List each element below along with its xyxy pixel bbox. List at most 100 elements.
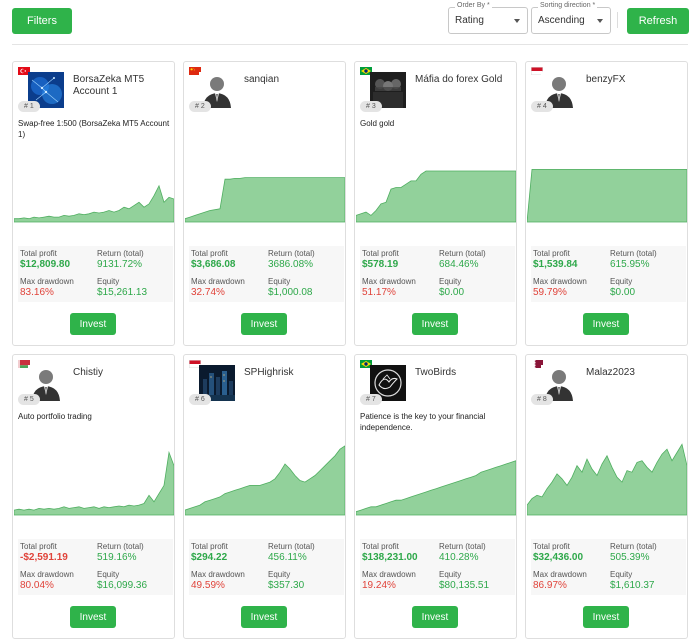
return-total-stat: Return (total) 3686.08% [268,249,343,271]
max-drawdown-value: 49.59% [191,580,225,591]
chevron-down-icon [514,19,520,23]
strategy-name[interactable]: sanqian [244,74,344,86]
return-total-label: Return (total) [439,542,486,551]
max-drawdown-label: Max drawdown [533,570,587,579]
return-total-stat: Return (total) 519.16% [97,542,172,564]
max-drawdown-stat: Max drawdown 83.16% [20,277,95,299]
total-profit-label: Total profit [20,249,57,258]
invest-button[interactable]: Invest [583,313,629,335]
return-total-label: Return (total) [610,542,657,551]
max-drawdown-stat: Max drawdown 32.74% [191,277,266,299]
equity-chart [356,460,516,516]
strategy-description: Swap-free 1:500 (BorsaZeka MT5 Account 1… [18,119,170,139]
return-total-stat: Return (total) 410.28% [439,542,514,564]
order-by-value: Rating [455,15,484,26]
equity-value: $15,261.13 [97,287,148,298]
equity-label: Equity [97,277,120,286]
strategy-card-1[interactable]: # 1 BorsaZeka MT5 Account 1 Swap-free 1:… [12,61,175,346]
rank-badge: # 8 [531,394,553,405]
order-by-select[interactable]: Order By * Rating [448,2,528,34]
return-total-label: Return (total) [268,249,315,258]
equity-stat: Equity $15,261.13 [97,277,172,299]
equity-chart [185,445,345,516]
stats-panel: Total profit $294.22 Return (total) 456.… [189,539,344,595]
strategy-card-8[interactable]: # 8 Malaz2023 Total profit $32,436.00 Re… [525,354,688,639]
invest-button[interactable]: Invest [412,313,458,335]
total-profit-stat: Total profit $294.22 [191,542,266,564]
equity-chart [14,184,174,223]
toolbar: Filters Order By * Rating Sorting direct… [0,0,700,44]
total-profit-stat: Total profit -$2,591.19 [20,542,95,564]
total-profit-value: $3,686.08 [191,259,236,270]
strategy-card-4[interactable]: # 4 benzyFX Total profit $1,539.84 Retur… [525,61,688,346]
return-total-value: 456.11% [268,552,307,563]
toolbar-separator [12,44,688,45]
equity-value: $0.00 [610,287,636,298]
total-profit-label: Total profit [533,249,570,258]
equity-stat: Equity $0.00 [610,277,685,299]
sorting-direction-select[interactable]: Sorting direction * Ascending [531,2,611,34]
return-total-label: Return (total) [268,542,315,551]
equity-stat: Equity $16,099.36 [97,570,172,592]
return-total-stat: Return (total) 684.46% [439,249,514,271]
rank-badge: # 7 [360,394,382,405]
invest-button[interactable]: Invest [241,313,287,335]
stats-panel: Total profit $12,809.80 Return (total) 9… [18,246,173,302]
equity-value: $357.30 [268,580,305,591]
stats-panel: Total profit $32,436.00 Return (total) 5… [531,539,686,595]
order-by-label: Order By * [455,2,492,9]
max-drawdown-value: 19.24% [362,580,396,591]
strategy-card-7[interactable]: # 7 TwoBirds Patience is the key to your… [354,354,517,639]
strategy-card-2[interactable]: # 2 sanqian Total profit $3,686.08 Retur… [183,61,346,346]
max-drawdown-label: Max drawdown [362,570,416,579]
strategy-name[interactable]: SPHighrisk [244,367,344,379]
filters-button[interactable]: Filters [12,8,72,34]
equity-area [185,445,345,516]
rank-badge: # 3 [360,101,382,112]
equity-area [356,460,516,516]
return-total-value: 519.16% [97,552,137,563]
strategy-name[interactable]: Malaz2023 [586,367,686,379]
strategy-card-6[interactable]: # 6 SPHighrisk Total profit $294.22 Retu… [183,354,346,639]
strategy-card-3[interactable]: # 3 Máfia do forex Gold Gold gold Total … [354,61,517,346]
rank-badge: # 1 [18,101,40,112]
strategy-card-5[interactable]: # 5 Chistiy Auto portfolio trading Total… [12,354,175,639]
total-profit-label: Total profit [362,249,399,258]
invest-button[interactable]: Invest [241,606,287,628]
equity-stat: Equity $1,000.08 [268,277,343,299]
equity-value: $16,099.36 [97,580,148,591]
return-total-value: 684.46% [439,259,479,270]
rank-badge: # 6 [189,394,211,405]
strategy-name[interactable]: Máfia do forex Gold [415,74,515,86]
stats-panel: Total profit $3,686.08 Return (total) 36… [189,246,344,302]
strategy-description: Patience is the key to your financial in… [360,412,486,432]
equity-value: $80,135.51 [439,580,490,591]
equity-stat: Equity $1,610.37 [610,570,685,592]
strategy-name[interactable]: Chistiy [73,367,173,379]
total-profit-stat: Total profit $1,539.84 [533,249,608,271]
strategy-name[interactable]: BorsaZeka MT5 Account 1 [73,74,173,98]
return-total-value: 3686.08% [268,259,314,270]
invest-button[interactable]: Invest [70,313,116,335]
equity-chart [356,170,516,223]
total-profit-value: $12,809.80 [20,259,71,270]
max-drawdown-stat: Max drawdown 59.79% [533,277,608,299]
strategy-name[interactable]: TwoBirds [415,367,515,379]
invest-button[interactable]: Invest [583,606,629,628]
strategy-name[interactable]: benzyFX [586,74,686,86]
max-drawdown-label: Max drawdown [362,277,416,286]
equity-stat: Equity $357.30 [268,570,343,592]
stats-panel: Total profit -$2,591.19 Return (total) 5… [18,539,173,595]
invest-button[interactable]: Invest [70,606,116,628]
invest-button[interactable]: Invest [412,606,458,628]
equity-area [356,170,516,223]
max-drawdown-value: 32.74% [191,287,225,298]
return-total-value: 615.95% [610,259,650,270]
equity-value: $1,610.37 [610,580,655,591]
max-drawdown-stat: Max drawdown 86.97% [533,570,608,592]
total-profit-stat: Total profit $12,809.80 [20,249,95,271]
return-total-stat: Return (total) 9131.72% [97,249,172,271]
refresh-button[interactable]: Refresh [627,8,689,34]
equity-label: Equity [97,570,120,579]
max-drawdown-stat: Max drawdown 51.17% [362,277,437,299]
